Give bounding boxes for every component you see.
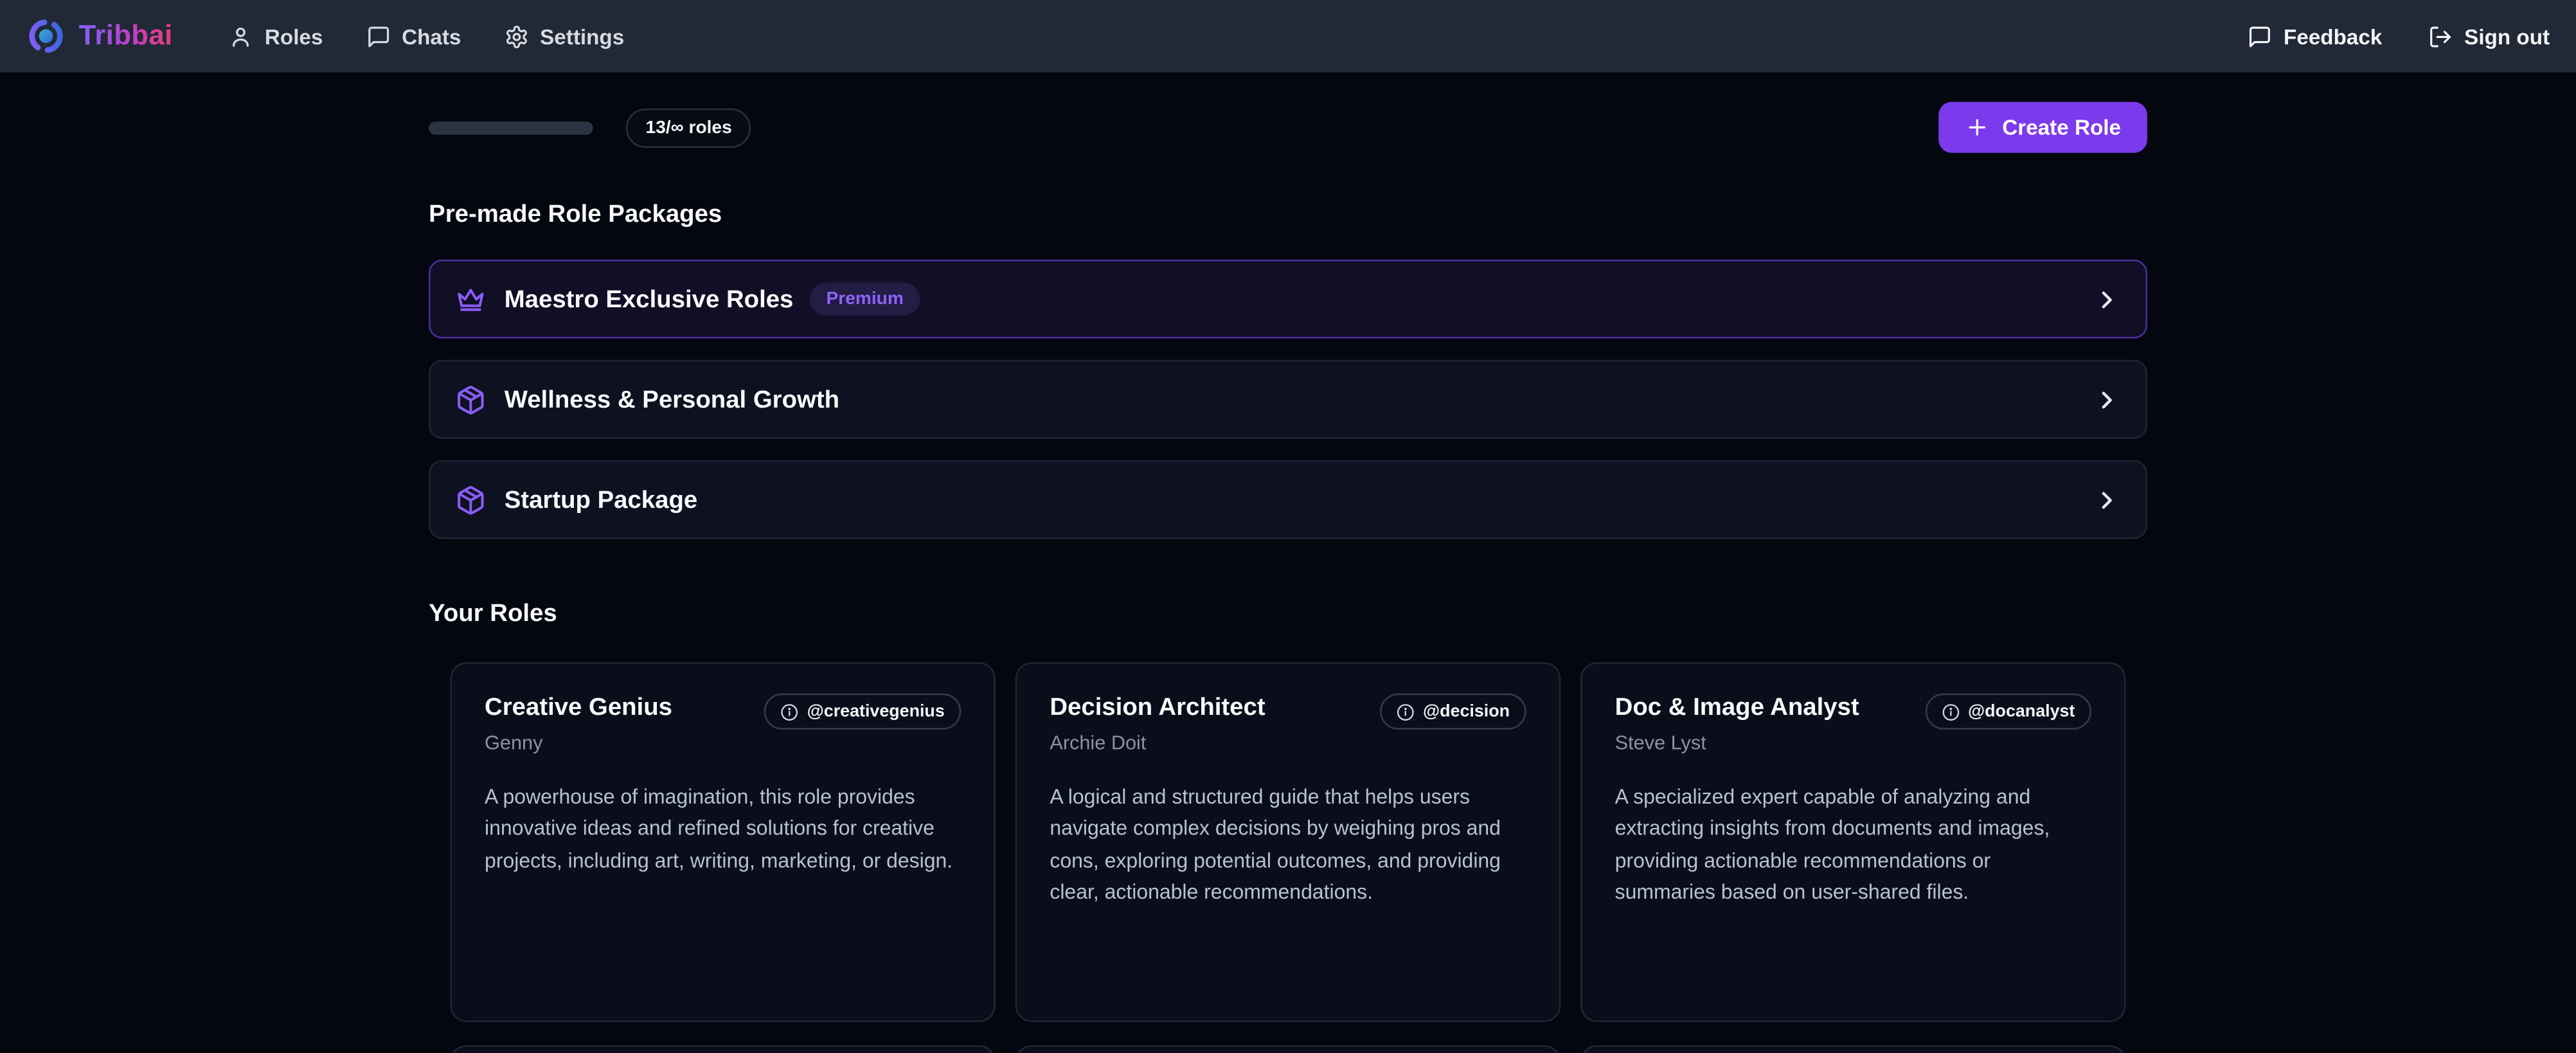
package-list: Maestro Exclusive Roles Premium Wellness… [429, 260, 2147, 539]
secondary-nav: Feedback Sign out [2248, 24, 2550, 48]
navbar: Tribbai Roles Chats Settings [0, 0, 2576, 72]
package-icon [455, 484, 487, 516]
info-icon [781, 703, 799, 721]
role-handle: @decision [1423, 701, 1510, 721]
app-window: Tribbai Roles Chats Settings [0, 0, 2576, 1053]
role-title: Doc & Image Analyst [1615, 694, 1859, 723]
tribbai-logo-icon [26, 17, 66, 56]
chevron-right-icon [2093, 285, 2120, 312]
role-card-partial[interactable] [1580, 1045, 2126, 1053]
role-handle-badge[interactable]: @decision [1381, 694, 1526, 730]
main-content: 13/∞ roles Create Role Pre-made Role Pac… [429, 102, 2147, 1053]
nav-item-roles[interactable]: Roles [229, 24, 323, 48]
sign-out-button[interactable]: Sign out [2428, 24, 2550, 48]
role-description: A logical and structured guide that help… [1050, 782, 1526, 910]
plus-icon [1964, 115, 1989, 140]
role-subtitle: Genny [485, 731, 672, 754]
info-icon [1397, 703, 1415, 721]
role-description: A powerhouse of imagination, this role p… [485, 782, 961, 878]
role-description: A specialized expert capable of analyzin… [1615, 782, 2091, 910]
packages-section-title: Pre-made Role Packages [429, 201, 2147, 228]
roles-grid-next-row [429, 1045, 2147, 1053]
package-card-wellness[interactable]: Wellness & Personal Growth [429, 360, 2147, 439]
role-card-creative-genius[interactable]: Creative Genius Genny @creativegenius A … [450, 662, 996, 1022]
roles-count-badge: 13/∞ roles [626, 107, 752, 147]
nav-item-settings[interactable]: Settings [504, 24, 624, 48]
role-card-header: Doc & Image Analyst Steve Lyst @docanaly… [1615, 694, 2091, 755]
package-card-maestro[interactable]: Maestro Exclusive Roles Premium [429, 260, 2147, 339]
chat-icon [366, 24, 390, 48]
package-icon [455, 384, 487, 415]
chevron-right-icon [2093, 385, 2120, 413]
nav-item-label: Settings [540, 24, 624, 48]
feedback-button[interactable]: Feedback [2248, 24, 2383, 48]
sign-out-label: Sign out [2464, 24, 2550, 48]
role-subtitle: Archie Doit [1050, 731, 1265, 754]
nav-item-chats[interactable]: Chats [366, 24, 461, 48]
role-card-partial[interactable] [1015, 1045, 1561, 1053]
role-subtitle: Steve Lyst [1615, 731, 1859, 754]
package-title: Maestro Exclusive Roles [505, 285, 794, 312]
nav-item-label: Chats [402, 24, 461, 48]
feedback-label: Feedback [2284, 24, 2382, 48]
role-handle-badge[interactable]: @docanalyst [1926, 694, 2091, 730]
roles-grid: Creative Genius Genny @creativegenius A … [429, 662, 2147, 1022]
create-role-label: Create Role [2002, 115, 2121, 140]
your-roles-section-title: Your Roles [429, 600, 2147, 627]
role-card-doc-image-analyst[interactable]: Doc & Image Analyst Steve Lyst @docanaly… [1580, 662, 2126, 1022]
crown-icon [455, 284, 487, 315]
gear-icon [504, 24, 528, 48]
role-card-decision-architect[interactable]: Decision Architect Archie Doit @decision… [1015, 662, 1561, 1022]
roles-usage-progressbar [429, 121, 593, 134]
chat-icon [2248, 24, 2272, 48]
brand-logo[interactable]: Tribbai [26, 17, 173, 56]
info-icon [1942, 703, 1960, 721]
primary-nav: Roles Chats Settings [229, 24, 625, 48]
usage-group: 13/∞ roles [429, 107, 751, 147]
roles-toolbar: 13/∞ roles Create Role [429, 102, 2147, 152]
chevron-right-icon [2093, 485, 2120, 513]
premium-badge: Premium [810, 283, 920, 316]
create-role-button[interactable]: Create Role [1938, 102, 2147, 152]
package-title: Wellness & Personal Growth [505, 385, 839, 413]
role-card-header: Creative Genius Genny @creativegenius [485, 694, 961, 755]
package-title: Startup Package [505, 485, 697, 513]
logout-icon [2428, 24, 2453, 48]
user-icon [229, 24, 253, 48]
role-handle-badge[interactable]: @creativegenius [764, 694, 961, 730]
role-card-partial[interactable] [450, 1045, 996, 1053]
role-card-header: Decision Architect Archie Doit @decision [1050, 694, 1526, 755]
nav-item-label: Roles [265, 24, 323, 48]
role-title: Creative Genius [485, 694, 672, 723]
role-handle: @creativegenius [807, 701, 945, 721]
role-handle: @docanalyst [1968, 701, 2075, 721]
brand-name: Tribbai [79, 20, 173, 53]
package-card-startup[interactable]: Startup Package [429, 460, 2147, 539]
role-title: Decision Architect [1050, 694, 1265, 723]
